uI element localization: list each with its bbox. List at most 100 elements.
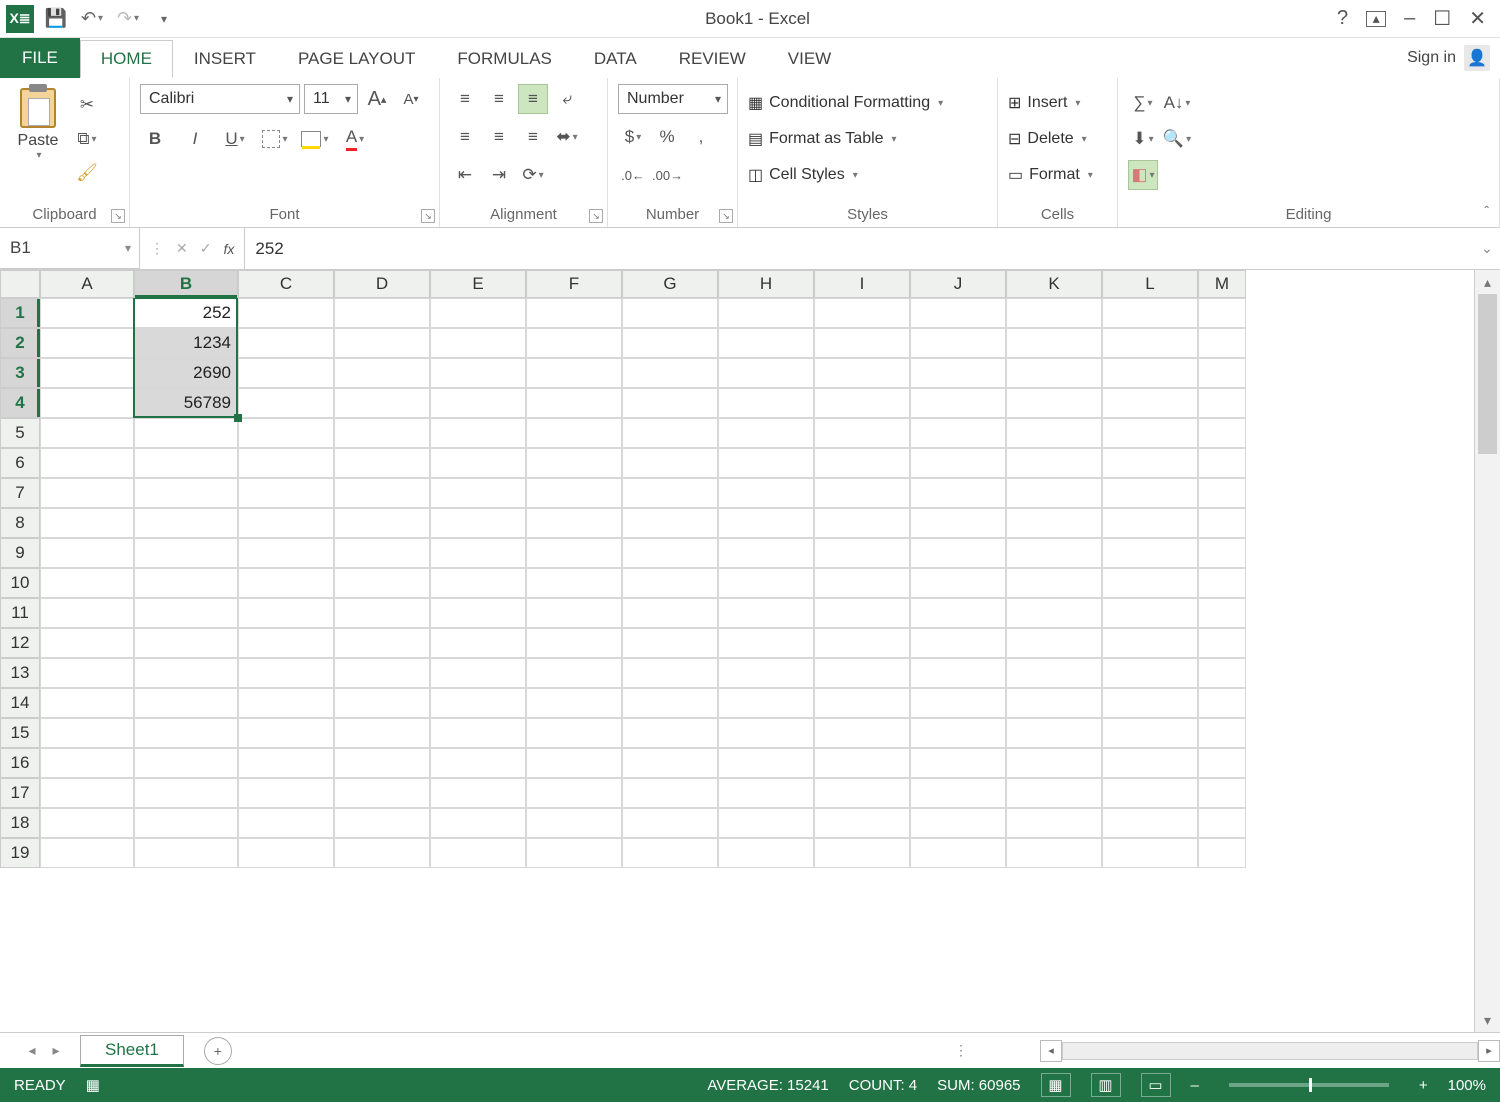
- cell[interactable]: [40, 778, 134, 808]
- cell[interactable]: [814, 568, 910, 598]
- cell[interactable]: [1102, 508, 1198, 538]
- cell[interactable]: [622, 478, 718, 508]
- accounting-format-icon[interactable]: $▾: [618, 122, 648, 152]
- scroll-left-icon[interactable]: ◂: [1040, 1040, 1062, 1062]
- cell[interactable]: [910, 358, 1006, 388]
- cell[interactable]: [238, 478, 334, 508]
- increase-decimal-icon[interactable]: .0←: [618, 160, 648, 190]
- cell[interactable]: [910, 418, 1006, 448]
- cell[interactable]: [134, 658, 238, 688]
- scroll-right-icon[interactable]: ▸: [1478, 1040, 1500, 1062]
- vertical-scrollbar[interactable]: ▴ ▾: [1474, 270, 1500, 1032]
- collapse-ribbon-icon[interactable]: ˆ: [1484, 203, 1489, 219]
- cell[interactable]: [814, 328, 910, 358]
- cell-styles-button[interactable]: ◫ Cell Styles▾: [748, 160, 858, 190]
- cell[interactable]: [910, 568, 1006, 598]
- cell[interactable]: [718, 718, 814, 748]
- column-header[interactable]: J: [910, 270, 1006, 298]
- cell[interactable]: [622, 358, 718, 388]
- cell[interactable]: [40, 538, 134, 568]
- cell[interactable]: [526, 718, 622, 748]
- cell[interactable]: [1198, 718, 1246, 748]
- row-header[interactable]: 3: [0, 358, 40, 388]
- row-header[interactable]: 1: [0, 298, 40, 328]
- cell[interactable]: [1006, 418, 1102, 448]
- cell[interactable]: [910, 538, 1006, 568]
- align-right-icon[interactable]: ≡: [518, 122, 548, 152]
- row-header[interactable]: 13: [0, 658, 40, 688]
- clear-icon[interactable]: ◧▾: [1128, 160, 1158, 190]
- cell[interactable]: [1006, 478, 1102, 508]
- cell[interactable]: [430, 748, 526, 778]
- cell[interactable]: [134, 748, 238, 778]
- cell[interactable]: [526, 448, 622, 478]
- comma-format-icon[interactable]: ,: [686, 122, 716, 152]
- autosum-icon[interactable]: ∑▾: [1128, 88, 1158, 118]
- cell[interactable]: [40, 448, 134, 478]
- wrap-text-icon[interactable]: ⤶: [552, 84, 582, 114]
- cell[interactable]: [1006, 538, 1102, 568]
- cell[interactable]: [718, 808, 814, 838]
- cell[interactable]: [40, 628, 134, 658]
- cell[interactable]: [238, 838, 334, 868]
- fill-color-button[interactable]: ▾: [300, 124, 330, 154]
- help-icon[interactable]: ?: [1337, 7, 1348, 30]
- cell[interactable]: [1198, 508, 1246, 538]
- cell[interactable]: [334, 718, 430, 748]
- cell[interactable]: [1198, 598, 1246, 628]
- cell[interactable]: [718, 628, 814, 658]
- cell[interactable]: [238, 628, 334, 658]
- cell[interactable]: [1198, 838, 1246, 868]
- cell[interactable]: [1102, 688, 1198, 718]
- cell[interactable]: [1102, 748, 1198, 778]
- align-left-icon[interactable]: ≡: [450, 122, 480, 152]
- cell[interactable]: [334, 418, 430, 448]
- cell[interactable]: [40, 388, 134, 418]
- increase-font-icon[interactable]: A▴: [362, 84, 392, 114]
- cell[interactable]: [814, 688, 910, 718]
- row-header[interactable]: 7: [0, 478, 40, 508]
- cell[interactable]: [1198, 478, 1246, 508]
- cell[interactable]: [238, 448, 334, 478]
- cell[interactable]: [814, 718, 910, 748]
- cell[interactable]: [910, 328, 1006, 358]
- cell[interactable]: [430, 628, 526, 658]
- cell[interactable]: [622, 628, 718, 658]
- sheet-nav-next-icon[interactable]: ▸: [44, 1042, 68, 1059]
- cell[interactable]: [910, 778, 1006, 808]
- cell[interactable]: [526, 838, 622, 868]
- cell[interactable]: [718, 568, 814, 598]
- cell[interactable]: [134, 808, 238, 838]
- clipboard-launcher-icon[interactable]: ↘: [111, 209, 125, 223]
- cell[interactable]: [334, 598, 430, 628]
- cell[interactable]: [134, 568, 238, 598]
- row-header[interactable]: 18: [0, 808, 40, 838]
- cell[interactable]: [1198, 628, 1246, 658]
- cell[interactable]: [814, 538, 910, 568]
- close-icon[interactable]: ✕: [1469, 6, 1486, 31]
- cell[interactable]: [430, 508, 526, 538]
- cell[interactable]: 1234: [134, 328, 238, 358]
- copy-icon[interactable]: ⧉▾: [72, 124, 102, 154]
- format-as-table-button[interactable]: ▤ Format as Table▾: [748, 124, 897, 154]
- tab-review[interactable]: REVIEW: [658, 40, 767, 78]
- cell[interactable]: [430, 388, 526, 418]
- zoom-out-icon[interactable]: –: [1191, 1077, 1199, 1094]
- row-header[interactable]: 11: [0, 598, 40, 628]
- cell[interactable]: [526, 748, 622, 778]
- fill-handle[interactable]: [234, 414, 242, 422]
- column-header[interactable]: F: [526, 270, 622, 298]
- accept-formula-icon[interactable]: ✓: [200, 240, 212, 257]
- cell[interactable]: [238, 658, 334, 688]
- cell[interactable]: [1006, 388, 1102, 418]
- cell[interactable]: [1006, 568, 1102, 598]
- fx-icon[interactable]: fx: [223, 241, 234, 257]
- fill-icon[interactable]: ⬇▾: [1128, 124, 1158, 154]
- cell[interactable]: [134, 838, 238, 868]
- cell[interactable]: [1102, 358, 1198, 388]
- cell[interactable]: [622, 598, 718, 628]
- cell[interactable]: [1102, 598, 1198, 628]
- alignment-launcher-icon[interactable]: ↘: [589, 209, 603, 223]
- percent-format-icon[interactable]: %: [652, 122, 682, 152]
- cell[interactable]: [1006, 598, 1102, 628]
